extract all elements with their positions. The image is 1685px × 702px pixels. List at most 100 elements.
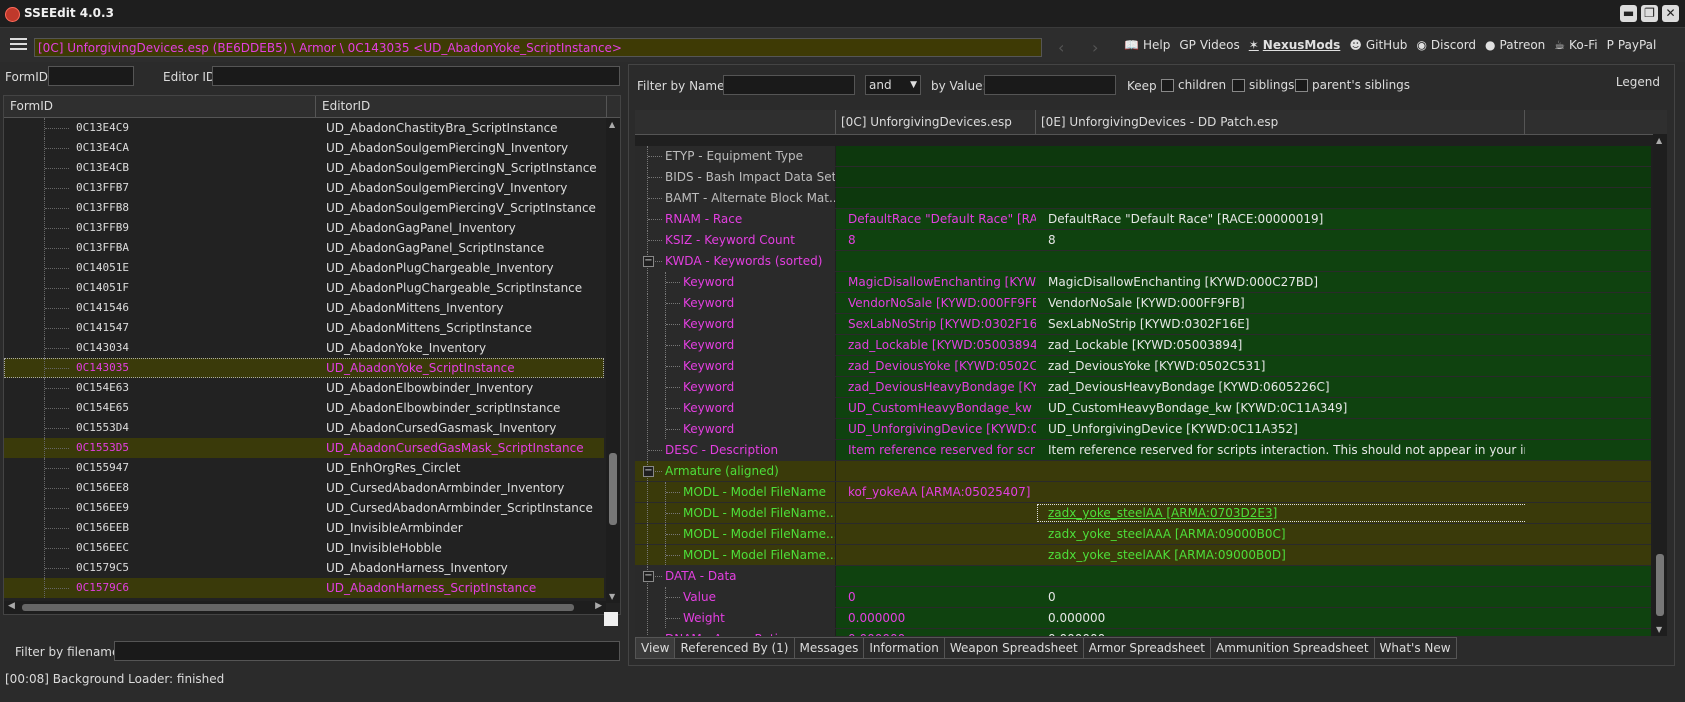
value-cell-0c[interactable]: UD_CustomHeavyBondage_kw [... bbox=[836, 398, 1047, 418]
grid-row[interactable]: Keyword SexLabNoStrip [KYWD:0302F16E] SexL… bbox=[635, 314, 1651, 335]
value-cell-0c[interactable] bbox=[836, 146, 1047, 166]
legend-button[interactable]: Legend bbox=[1616, 75, 1660, 89]
col-formid[interactable]: FormID bbox=[10, 99, 53, 113]
grid-row[interactable]: Keyword zad_Lockable [KYWD:05003894] zad_L… bbox=[635, 335, 1651, 356]
col-separator[interactable] bbox=[315, 96, 316, 117]
value-cell-0c[interactable]: Item reference reserved for script... bbox=[836, 440, 1047, 460]
tree-row[interactable]: 0C154E65 UD_AbadonElbowbinder_scriptInsta… bbox=[4, 398, 604, 418]
value-cell-0e[interactable]: UD_UnforgivingDevice [KYWD:0C11A352] bbox=[1036, 419, 1536, 439]
col-plugin-0c[interactable]: [0C] UnforgivingDevices.esp bbox=[841, 115, 1012, 129]
toolbar-link-github[interactable]: ☻ GitHub bbox=[1349, 38, 1407, 52]
forward-arrow-icon[interactable]: › bbox=[1092, 38, 1098, 57]
tree-row[interactable]: 0C13FFBA UD_AbadonGagPanel_ScriptInstance bbox=[4, 238, 604, 258]
grid-row[interactable]: Keyword zad_DeviousHeavyBondage [KY... zad… bbox=[635, 377, 1651, 398]
toolbar-link-patreon[interactable]: ● Patreon bbox=[1485, 38, 1545, 52]
tab-weapon-spreadsheet[interactable]: Weapon Spreadsheet bbox=[944, 637, 1084, 659]
value-cell-0c[interactable]: 0 bbox=[836, 587, 1047, 607]
siblings-checkbox[interactable]: siblings bbox=[1232, 78, 1294, 92]
grid-row[interactable]: − KWDA - Keywords (sorted) bbox=[635, 251, 1651, 272]
value-cell-0c[interactable]: UD_UnforgivingDevice [KYWD:0... bbox=[836, 419, 1047, 439]
col-separator[interactable] bbox=[835, 110, 836, 134]
filter-filename-input[interactable] bbox=[114, 641, 620, 661]
grid-row[interactable]: Keyword MagicDisallowEnchanting [KYW... Ma… bbox=[635, 272, 1651, 293]
grid-row[interactable]: − Armature (aligned) bbox=[635, 461, 1651, 482]
grid-row[interactable]: Weight 0.000000 0.000000 bbox=[635, 608, 1651, 629]
value-cell-0e[interactable]: zadx_yoke_steelAAA [ARMA:09000B0C] bbox=[1036, 524, 1536, 544]
grid-row[interactable]: BAMT - Alternate Block Mat... bbox=[635, 188, 1651, 209]
tree-row[interactable]: 0C1553D5 UD_AbadonCursedGasMask_ScriptIns… bbox=[4, 438, 604, 458]
close-button[interactable]: ✕ bbox=[1662, 5, 1679, 22]
children-checkbox[interactable]: children bbox=[1161, 78, 1226, 92]
col-separator[interactable] bbox=[606, 96, 607, 117]
grid-row[interactable]: Keyword zad_DeviousYoke [KYWD:0502C5... za… bbox=[635, 356, 1651, 377]
tree-row[interactable]: 0C13FFB9 UD_AbadonGagPanel_Inventory bbox=[4, 218, 604, 238]
value-cell-0c[interactable] bbox=[836, 524, 1047, 544]
tab-ammunition-spreadsheet[interactable]: Ammunition Spreadsheet bbox=[1211, 637, 1375, 659]
tree-row[interactable]: 0C14051E UD_AbadonPlugChargeable_Inventor… bbox=[4, 258, 604, 278]
col-plugin-0e[interactable]: [0E] UnforgivingDevices - DD Patch.esp bbox=[1041, 115, 1278, 129]
tree-row[interactable]: 0C154E63 UD_AbadonElbowbinder_Inventory bbox=[4, 378, 604, 398]
value-cell-0c[interactable]: 0.000000 bbox=[836, 629, 1047, 636]
tab-messages[interactable]: Messages bbox=[794, 637, 865, 659]
value-cell-0e[interactable]: SexLabNoStrip [KYWD:0302F16E] bbox=[1036, 314, 1536, 334]
filter-name-input[interactable] bbox=[723, 75, 855, 95]
formid-input[interactable] bbox=[48, 66, 134, 86]
tree-row[interactable]: 0C143034 UD_AbadonYoke_Inventory bbox=[4, 338, 604, 358]
menu-icon[interactable] bbox=[10, 38, 27, 51]
value-cell-0e[interactable]: zad_Lockable [KYWD:05003894] bbox=[1036, 335, 1536, 355]
value-cell-0c[interactable]: DefaultRace "Default Race" [RAC... bbox=[836, 209, 1047, 229]
value-cell-0c[interactable]: MagicDisallowEnchanting [KYW... bbox=[836, 272, 1047, 292]
grid-row[interactable]: KSIZ - Keyword Count 8 8 bbox=[635, 230, 1651, 251]
value-cell-0e[interactable] bbox=[1036, 146, 1536, 166]
grid-vertical-scrollbar[interactable]: ▲ ▼ bbox=[1653, 134, 1667, 636]
value-cell-0e[interactable]: zadx_yoke_steelAA [ARMA:0703D2E3] bbox=[1036, 503, 1536, 523]
grid-row[interactable]: Keyword UD_UnforgivingDevice [KYWD:0... UD… bbox=[635, 419, 1651, 440]
value-cell-0c[interactable] bbox=[836, 545, 1047, 565]
tree-row[interactable]: 0C141546 UD_AbadonMittens_Inventory bbox=[4, 298, 604, 318]
tree-row[interactable]: 0C13FFB8 UD_AbadonSoulgemPiercingV_Script… bbox=[4, 198, 604, 218]
toolbar-link-videos[interactable]: GP Videos bbox=[1179, 38, 1239, 52]
grid-row[interactable]: DNAM - Armor Rating 0.0000000.000000 bbox=[635, 629, 1651, 636]
value-cell-0e[interactable]: zad_DeviousHeavyBondage [KYWD:0605226C] bbox=[1036, 377, 1536, 397]
tree-row[interactable]: 0C14051F UD_AbadonPlugChargeable_ScriptIn… bbox=[4, 278, 604, 298]
grid-row[interactable]: MODL - Model FileName... zadx_yoke_steelA… bbox=[635, 545, 1651, 566]
tree-row[interactable]: 0C156EE8 UD_CursedAbadonArmbinder_Invento… bbox=[4, 478, 604, 498]
value-cell-0c[interactable]: zad_DeviousHeavyBondage [KY... bbox=[836, 377, 1047, 397]
scroll-thumb[interactable] bbox=[1656, 554, 1664, 616]
grid-row[interactable]: DESC - Description Item reference reserve… bbox=[635, 440, 1651, 461]
value-cell-0e[interactable]: 0 bbox=[1036, 587, 1536, 607]
toolbar-link-discord[interactable]: ◉ Discord bbox=[1416, 38, 1476, 52]
tab-what-s-new[interactable]: What's New bbox=[1374, 637, 1457, 659]
value-cell-0e[interactable] bbox=[1036, 167, 1536, 187]
tab-armor-spreadsheet[interactable]: Armor Spreadsheet bbox=[1083, 637, 1211, 659]
value-cell-0c[interactable]: kof_yokeAA [ARMA:05025407] bbox=[836, 482, 1047, 502]
scroll-up-icon[interactable]: ▲ bbox=[609, 120, 615, 129]
value-cell-0e[interactable] bbox=[1036, 566, 1536, 586]
value-cell-0e[interactable]: UD_CustomHeavyBondage_kw [KYWD:0C11A349] bbox=[1036, 398, 1536, 418]
tree-row[interactable]: 0C13E4C9 UD_AbadonChastityBra_ScriptInsta… bbox=[4, 118, 604, 138]
value-cell-0e[interactable]: 8 bbox=[1036, 230, 1536, 250]
tree-row[interactable]: 0C13E4CB UD_AbadonSoulgemPiercingN_Script… bbox=[4, 158, 604, 178]
value-cell-0e[interactable]: zadx_yoke_steelAAK [ARMA:09000B0D] bbox=[1036, 545, 1536, 565]
col-separator[interactable] bbox=[1524, 110, 1525, 134]
value-cell-0c[interactable] bbox=[836, 167, 1047, 187]
value-cell-0c[interactable]: zad_Lockable [KYWD:05003894] bbox=[836, 335, 1047, 355]
grid-row[interactable]: − DATA - Data bbox=[635, 566, 1651, 587]
value-cell-0e[interactable]: VendorNoSale [KYWD:000FF9FB] bbox=[1036, 293, 1536, 313]
tree-row[interactable]: 0C155947 UD_EnhOrgRes_Circlet bbox=[4, 458, 604, 478]
scroll-left-icon[interactable]: ◀ bbox=[8, 601, 15, 611]
toolbar-link-ko-fi[interactable]: ☕ Ko-Fi bbox=[1554, 38, 1597, 52]
value-cell-0c[interactable]: 0.000000 bbox=[836, 608, 1047, 628]
tree-row[interactable]: 0C1579C6 UD_AbadonHarness_ScriptInstance bbox=[4, 578, 604, 598]
collapse-icon[interactable]: − bbox=[643, 571, 654, 582]
grid-row[interactable]: ETYP - Equipment Type bbox=[635, 146, 1651, 167]
toolbar-link-paypal[interactable]: P PayPal bbox=[1607, 38, 1657, 52]
back-arrow-icon[interactable]: ‹ bbox=[1058, 38, 1064, 57]
tab-referenced-by-1[interactable]: Referenced By (1) bbox=[675, 637, 795, 659]
tab-information[interactable]: Information bbox=[864, 637, 945, 659]
tree-row[interactable]: 0C156EEC UD_InvisibleHobble bbox=[4, 538, 604, 558]
grid-row[interactable]: BIDS - Bash Impact Data Set bbox=[635, 167, 1651, 188]
scroll-down-icon[interactable]: ▼ bbox=[1656, 625, 1662, 634]
value-cell-0c[interactable]: 8 bbox=[836, 230, 1047, 250]
tree-row[interactable]: 0C13FFB7 UD_AbadonSoulgemPiercingV_Invent… bbox=[4, 178, 604, 198]
